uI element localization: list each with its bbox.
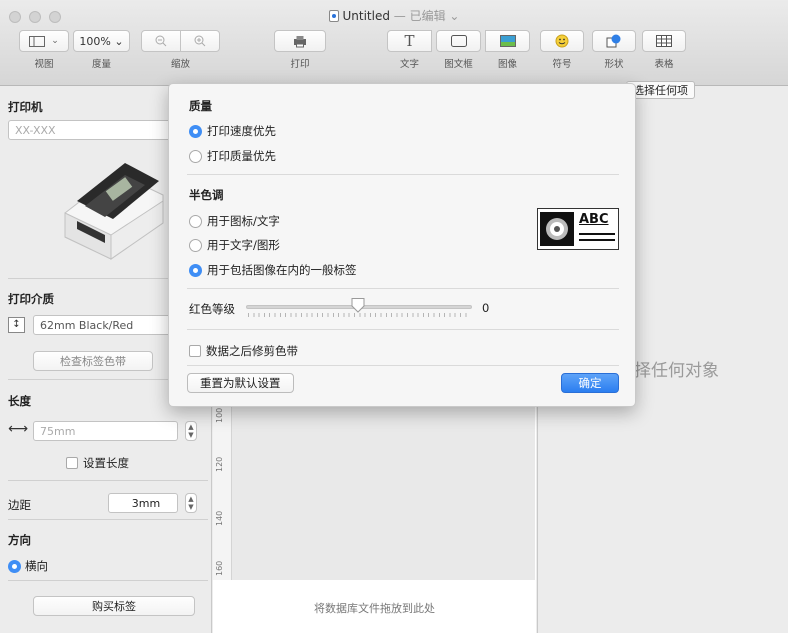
halftone-preview: ABC (537, 208, 619, 250)
halftone-option-icon-text[interactable]: 用于图标/文字 (189, 213, 280, 229)
preview-text: ABC (579, 212, 609, 227)
length-input[interactable]: 75mm (33, 421, 178, 441)
print-settings-popover: 质量 打印速度优先 打印质量优先 半色调 用于图标/文字 用于文字/图形 用于包… (168, 83, 636, 407)
slider-ticks (248, 313, 470, 317)
ruler-mark: 120 (215, 456, 224, 472)
preview-line (579, 239, 615, 241)
media-title: 打印介质 (8, 292, 54, 306)
printer-title: 打印机 (8, 100, 43, 114)
slider-thumb[interactable] (350, 297, 366, 313)
halftone-option-general[interactable]: 用于包括图像在内的一般标签 (189, 262, 357, 278)
image-label: 图像 (497, 59, 517, 70)
ok-button[interactable]: 确定 (561, 373, 619, 393)
margin-input[interactable]: 3mm (108, 493, 178, 513)
separator (187, 288, 619, 289)
margin-stepper[interactable]: ▲ ▼ (185, 493, 197, 513)
zoom-in-button[interactable] (180, 30, 220, 52)
print-label: 打印 (290, 59, 310, 70)
symbol-label: 符号 (552, 59, 572, 70)
checkbox-icon (189, 345, 201, 357)
text-icon: T (404, 32, 415, 50)
window-title: Untitled — 已编辑 ⌄ (0, 7, 788, 24)
image-tool-button[interactable] (485, 30, 530, 52)
quality-title: 质量 (189, 99, 212, 113)
radio-selected-icon (189, 124, 202, 138)
margin-label: 边距 (8, 498, 31, 512)
table-label: 表格 (654, 59, 674, 70)
table-tool-button[interactable] (642, 30, 686, 52)
separator (187, 174, 619, 175)
textbox-label: 图文框 (444, 59, 473, 70)
radio-unselected-icon (189, 214, 202, 228)
document-icon (328, 10, 339, 22)
set-length-checkbox[interactable]: 设置长度 (66, 455, 129, 471)
text-label: 文字 (399, 59, 419, 70)
symbol-tool-button[interactable] (540, 30, 584, 52)
length-arrows-icon: ⟷ (8, 421, 29, 437)
direction-title: 方向 (8, 533, 31, 547)
no-selection-text: 择任何对象 (634, 361, 719, 381)
radio-selected-icon (189, 263, 202, 277)
separator (8, 580, 208, 581)
trim-tape-checkbox[interactable]: 数据之后修剪色带 (189, 343, 298, 359)
radio-unselected-icon (189, 238, 202, 252)
reset-default-button[interactable]: 重置为默认设置 (187, 373, 294, 393)
title-bar: Untitled — 已编辑 ⌄ ⌄ 视图 100% ⌄ 度量 缩放 打印 T … (0, 0, 788, 86)
quality-option-quality[interactable]: 打印质量优先 (189, 148, 276, 164)
edited-indicator[interactable]: — 已编辑 ⌄ (394, 9, 460, 23)
zoom-label: 度量 (91, 59, 111, 70)
halftone-title: 半色调 (189, 188, 224, 202)
ruler-mark: 140 (215, 510, 224, 526)
separator (8, 519, 208, 520)
table-icon (656, 35, 672, 47)
zoom-out-button[interactable] (141, 30, 181, 52)
media-size-icon: ↕ (8, 317, 25, 333)
printer-image (64, 163, 164, 260)
shape-icon (606, 34, 621, 48)
app-window: Untitled — 已编辑 ⌄ ⌄ 视图 100% ⌄ 度量 缩放 打印 T … (0, 0, 788, 633)
drop-hint: 将数据库文件拖放到此处 (314, 602, 435, 615)
ruler-mark: 160 (215, 560, 224, 576)
radio-selected-icon (8, 559, 21, 573)
zoom-select[interactable]: 100% ⌄ (73, 30, 130, 52)
image-icon (499, 35, 516, 47)
view-button[interactable]: ⌄ (19, 30, 69, 52)
radio-unselected-icon (189, 149, 202, 163)
buy-labels-button[interactable]: 购买标签 (33, 596, 195, 616)
smiley-icon (555, 34, 569, 48)
halftone-option-text-graphic[interactable]: 用于文字/图形 (189, 237, 280, 253)
sidebar-view-icon (29, 35, 46, 47)
quality-option-speed[interactable]: 打印速度优先 (189, 123, 276, 139)
zoom-out-icon (155, 35, 167, 47)
print-button[interactable] (274, 30, 326, 52)
length-stepper[interactable]: ▲ ▼ (185, 421, 197, 441)
length-title: 长度 (8, 394, 31, 408)
chevron-down-icon: ⌄ (51, 36, 59, 46)
printer-icon (294, 35, 306, 47)
separator (187, 329, 619, 330)
select-any-button[interactable]: 选择任何项 (626, 81, 695, 99)
text-tool-button[interactable]: T (387, 30, 432, 52)
shape-tool-button[interactable] (592, 30, 636, 52)
halftone-preview-image (540, 212, 574, 246)
view-label: 视图 (34, 59, 54, 70)
shape-label: 形状 (604, 59, 624, 70)
preview-line (579, 233, 615, 235)
zoom-in-icon (194, 35, 206, 47)
red-level-value: 0 (482, 301, 490, 315)
check-media-button[interactable]: 检查标签色带 (33, 351, 153, 371)
label-canvas[interactable] (232, 395, 535, 580)
scale-label: 缩放 (170, 59, 190, 70)
separator (8, 480, 208, 481)
red-level-label: 红色等级 (189, 302, 235, 316)
textbox-icon (450, 35, 467, 47)
direction-radio[interactable]: 横向 (8, 558, 48, 574)
separator (187, 365, 619, 366)
textbox-tool-button[interactable] (436, 30, 481, 52)
ruler-mark: 100 (215, 407, 224, 423)
checkbox-icon (66, 457, 78, 469)
